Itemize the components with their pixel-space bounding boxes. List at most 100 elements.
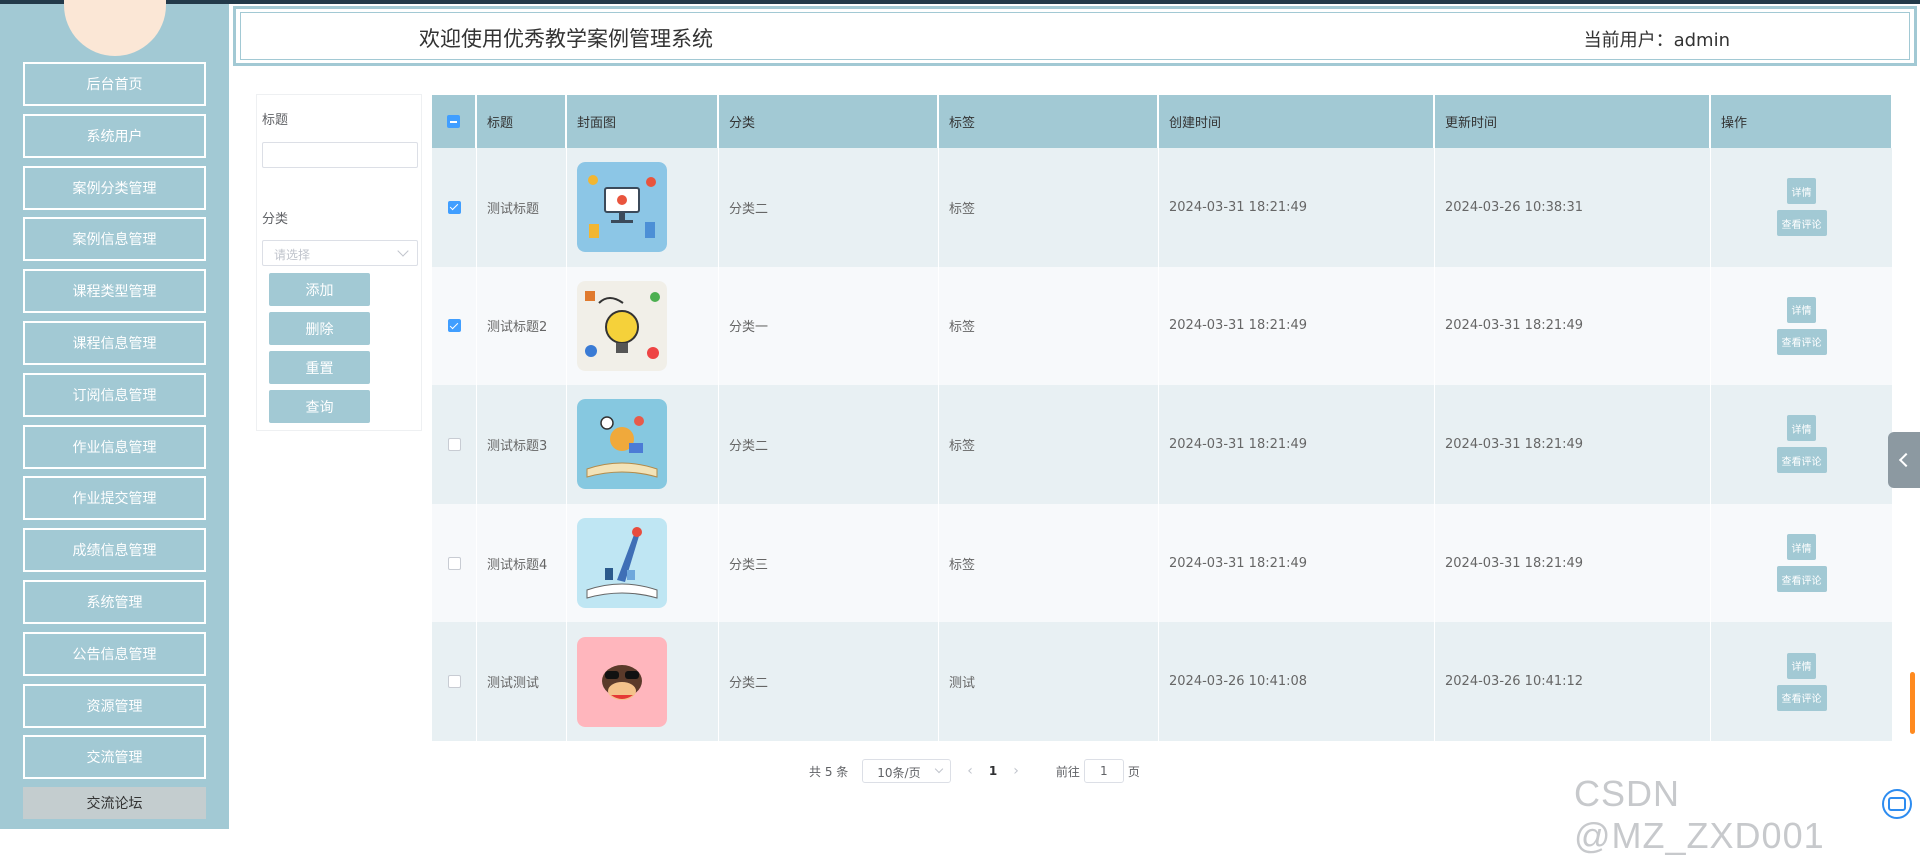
select-all-checkbox[interactable] [447, 115, 460, 128]
row-actions: 详情 查看评论 [1711, 266, 1893, 386]
chevron-left-icon [1898, 452, 1914, 468]
detail-button[interactable]: 详情 [1787, 415, 1816, 442]
row-updated-time: 2024-03-31 18:21:49 [1435, 385, 1711, 504]
page-size-value: 10条/页 [877, 766, 921, 780]
column-header-updated: 更新时间 [1435, 95, 1711, 148]
row-checkbox[interactable] [447, 675, 461, 689]
table-row: 测试标题4 分类三 标签 2024-03-31 18:21:49 2024-03… [432, 503, 1893, 623]
scroll-indicator[interactable] [1910, 672, 1915, 734]
chevron-down-icon [397, 245, 409, 257]
row-cover-cell [567, 148, 719, 267]
select-all-cell [432, 95, 477, 148]
detail-button[interactable]: 详情 [1787, 296, 1816, 323]
sidebar-item-course-type[interactable]: 课程类型管理 [23, 269, 206, 314]
view-comments-button[interactable]: 查看评论 [1776, 328, 1827, 355]
category-filter-select[interactable]: 请选择 [262, 240, 418, 266]
sidebar-item-homework-submit[interactable]: 作业提交管理 [23, 476, 206, 521]
view-comments-button[interactable]: 查看评论 [1776, 566, 1827, 593]
row-updated-time: 2024-03-31 18:21:49 [1435, 266, 1711, 386]
current-user: 当前用户：admin [1583, 30, 1730, 51]
sidebar-item-system-management[interactable]: 系统管理 [23, 579, 206, 624]
row-tag: 标签 [939, 503, 1159, 623]
table-row: 测试测试 分类二 测试 2024-03-26 10:41:08 2024-03-… [432, 622, 1893, 741]
add-button[interactable]: 添加 [269, 273, 370, 306]
sidebar: 后台首页 系统用户 案例分类管理 案例信息管理 课程类型管理 课程信息管理 订阅… [0, 0, 229, 829]
detail-button[interactable]: 详情 [1787, 652, 1816, 679]
row-cover-cell [567, 385, 719, 504]
row-updated-time: 2024-03-26 10:38:31 [1435, 148, 1711, 267]
cover-image [577, 280, 667, 371]
sidebar-item-subscription[interactable]: 订阅信息管理 [23, 372, 206, 417]
collapse-panel-tab[interactable] [1888, 432, 1920, 488]
prev-page-icon[interactable]: ‹ [967, 763, 973, 779]
top-strip [0, 0, 1920, 4]
goto-suffix: 页 [1127, 764, 1140, 779]
row-created-time: 2024-03-31 18:21:49 [1159, 266, 1435, 386]
sidebar-item-course-info[interactable]: 课程信息管理 [23, 320, 206, 365]
sidebar-menu: 后台首页 系统用户 案例分类管理 案例信息管理 课程类型管理 课程信息管理 订阅… [23, 62, 206, 827]
row-actions: 详情 查看评论 [1711, 148, 1893, 267]
sidebar-item-communication[interactable]: 交流管理 [23, 735, 206, 780]
row-actions: 详情 查看评论 [1711, 385, 1893, 504]
row-title: 测试标题 [477, 148, 567, 267]
row-title: 测试标题3 [477, 385, 567, 504]
column-header-title: 标题 [477, 95, 567, 148]
reset-button[interactable]: 重置 [269, 351, 370, 384]
assistant-icon[interactable] [1882, 789, 1912, 819]
query-button[interactable]: 查询 [269, 390, 370, 423]
row-created-time: 2024-03-26 10:41:08 [1159, 622, 1435, 741]
current-page-number[interactable]: 1 [989, 764, 997, 778]
view-comments-button[interactable]: 查看评论 [1776, 684, 1827, 711]
row-category: 分类二 [719, 622, 939, 741]
page-size-select[interactable]: 10条/页 [862, 759, 952, 783]
row-checkbox[interactable] [447, 200, 461, 214]
sidebar-item-forum[interactable]: 交流论坛 [23, 787, 206, 820]
sidebar-item-homework[interactable]: 作业信息管理 [23, 424, 206, 469]
row-select-cell [432, 503, 477, 623]
cover-image [577, 518, 667, 609]
column-header-cover: 封面图 [567, 95, 719, 148]
view-comments-button[interactable]: 查看评论 [1776, 210, 1827, 237]
view-comments-button[interactable]: 查看评论 [1776, 447, 1827, 474]
row-actions: 详情 查看评论 [1711, 622, 1893, 741]
sidebar-item-dashboard[interactable]: 后台首页 [23, 62, 206, 106]
sidebar-item-case-category[interactable]: 案例分类管理 [23, 165, 206, 210]
row-select-cell [432, 266, 477, 386]
goto-page-input[interactable]: 1 [1083, 759, 1124, 783]
row-tag: 测试 [939, 622, 1159, 741]
detail-button[interactable]: 详情 [1787, 178, 1816, 205]
row-cover-cell [567, 622, 719, 741]
row-title: 测试测试 [477, 622, 567, 741]
category-filter-placeholder: 请选择 [274, 248, 311, 262]
chevron-down-icon [935, 764, 944, 774]
row-select-cell [432, 385, 477, 504]
row-cover-cell [567, 503, 719, 623]
category-filter-label: 分类 [262, 212, 289, 227]
pagination: 共 5 条 10条/页 ‹ 1 › 前往 1 页 [809, 759, 1140, 783]
sidebar-item-system-users[interactable]: 系统用户 [23, 113, 206, 158]
column-header-category: 分类 [719, 95, 939, 148]
goto-label: 前往 [1055, 764, 1080, 779]
next-page-icon[interactable]: › [1013, 763, 1019, 779]
row-created-time: 2024-03-31 18:21:49 [1159, 385, 1435, 504]
row-category: 分类二 [719, 385, 939, 504]
column-header-created: 创建时间 [1159, 95, 1435, 148]
title-filter-label: 标题 [262, 113, 289, 128]
cover-image [577, 399, 667, 490]
column-header-actions: 操作 [1711, 95, 1893, 148]
row-cover-cell [567, 266, 719, 386]
sidebar-item-announcements[interactable]: 公告信息管理 [23, 631, 206, 676]
row-checkbox[interactable] [447, 437, 461, 451]
sidebar-item-grades[interactable]: 成绩信息管理 [23, 528, 206, 573]
sidebar-item-resources[interactable]: 资源管理 [23, 683, 206, 728]
detail-button[interactable]: 详情 [1787, 534, 1816, 561]
title-filter-input[interactable] [262, 142, 418, 168]
sidebar-item-case-info[interactable]: 案例信息管理 [23, 217, 206, 262]
row-title: 测试标题2 [477, 266, 567, 386]
delete-button[interactable]: 删除 [269, 312, 370, 345]
row-checkbox[interactable] [447, 556, 461, 570]
row-checkbox[interactable] [447, 319, 461, 333]
table-header: 标题 封面图 分类 标签 创建时间 更新时间 操作 [432, 95, 1893, 148]
row-created-time: 2024-03-31 18:21:49 [1159, 503, 1435, 623]
row-category: 分类三 [719, 503, 939, 623]
